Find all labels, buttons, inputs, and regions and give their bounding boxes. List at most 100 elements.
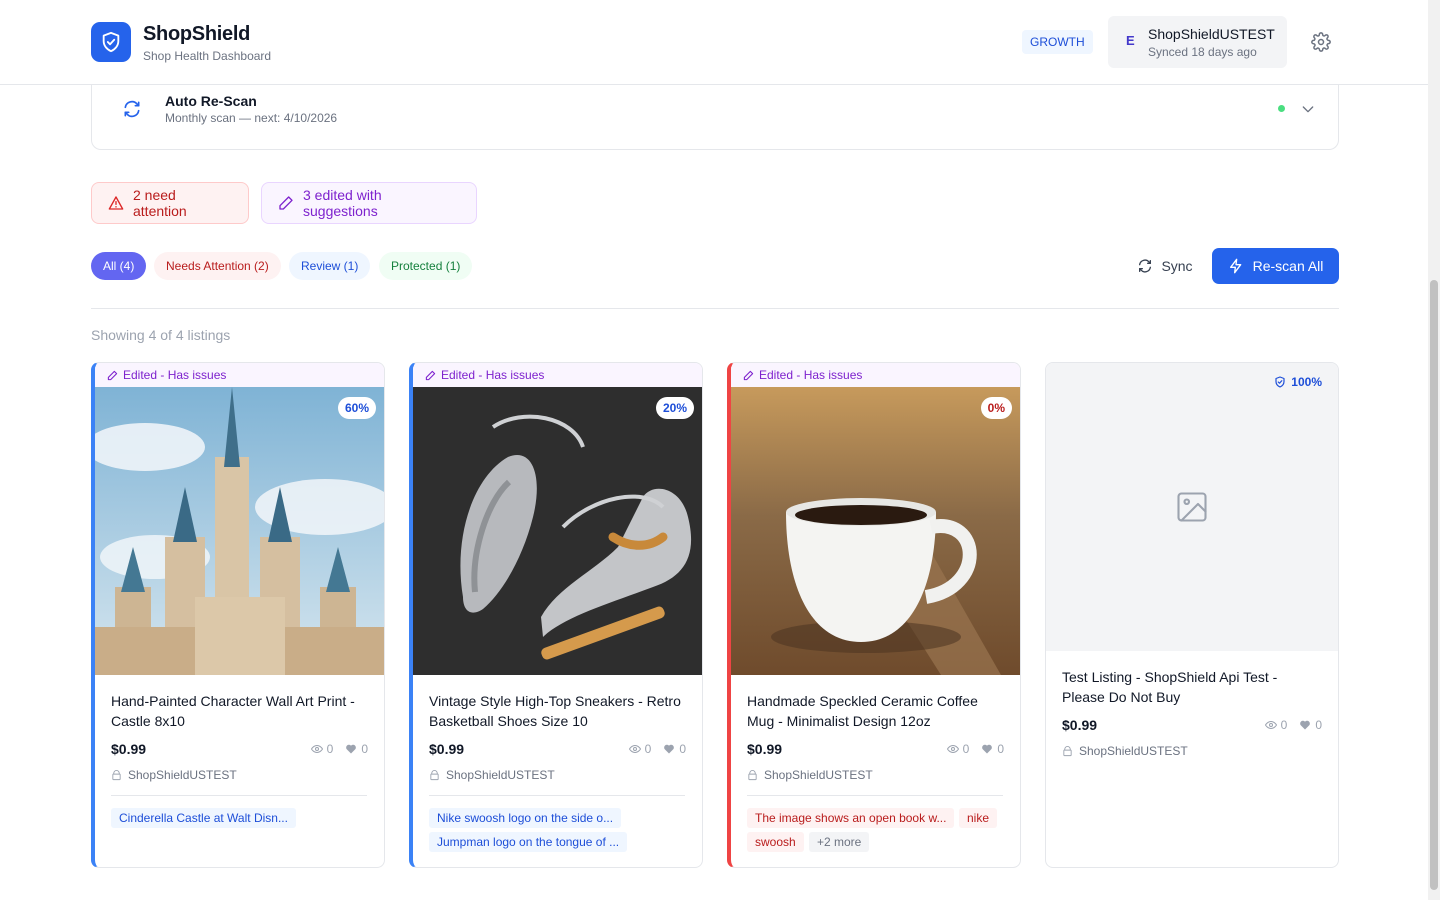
eye-icon xyxy=(628,744,641,754)
shield-check-icon xyxy=(102,31,120,53)
eye-icon xyxy=(1264,720,1277,730)
detection-tag[interactable]: Jumpman logo on the tongue of ... xyxy=(429,832,628,852)
like-count: 0 xyxy=(361,742,368,756)
listing-stats: 0 0 xyxy=(310,742,368,756)
filter-review[interactable]: Review (1) xyxy=(289,252,371,280)
shop-initial: E xyxy=(1126,33,1135,48)
store-icon xyxy=(1063,745,1072,756)
auto-rescan-title: Auto Re-Scan xyxy=(165,93,257,109)
store-icon xyxy=(430,769,439,780)
detection-tag[interactable]: Nike swoosh logo on the side o... xyxy=(429,808,622,828)
card-banner-label: Edited - Has issues xyxy=(759,368,863,382)
rescan-all-label: Re-scan All xyxy=(1252,258,1324,274)
needs-attention-label: 2 need attention xyxy=(133,187,187,219)
auto-rescan-subtitle: Monthly scan — next: 4/10/2026 xyxy=(165,111,338,125)
rescan-all-button[interactable]: Re-scan All xyxy=(1212,248,1339,284)
listing-stats: 0 0 xyxy=(628,742,686,756)
listing-image[interactable] xyxy=(413,387,702,675)
listing-card[interactable]: Edited - Has issues 60% Hand-Painted Cha… xyxy=(91,362,385,868)
listing-title[interactable]: Hand-Painted Character Wall Art Print - … xyxy=(111,691,371,731)
view-count: 0 xyxy=(326,742,334,756)
listing-title[interactable]: Handmade Speckled Ceramic Coffee Mug - M… xyxy=(747,691,1007,731)
like-count: 0 xyxy=(997,742,1004,756)
like-count: 0 xyxy=(679,742,686,756)
shopshield-logo xyxy=(91,22,131,62)
gear-icon[interactable] xyxy=(1311,32,1331,52)
listing-title[interactable]: Vintage Style High-Top Sneakers - Retro … xyxy=(429,691,689,731)
heart-icon xyxy=(346,744,357,754)
detection-tag[interactable]: The image shows an open book w... xyxy=(747,808,955,828)
listing-image[interactable] xyxy=(731,387,1020,675)
pencil-icon xyxy=(743,370,754,380)
listing-shop: ShopShieldUSTEST xyxy=(429,768,555,782)
more-tags-badge[interactable]: +2 more xyxy=(809,832,870,852)
filter-all[interactable]: All (4) xyxy=(91,252,147,280)
edited-suggestions-label: 3 edited with suggestions xyxy=(303,187,382,219)
safety-score-badge: 0% xyxy=(980,397,1012,419)
sync-icon xyxy=(1139,259,1152,273)
detection-tag[interactable]: Cinderella Castle at Walt Disn... xyxy=(111,808,296,828)
listing-card[interactable]: 100% Test Listing - ShopShield Api Test … xyxy=(1045,362,1339,868)
detection-tag[interactable]: nike xyxy=(959,808,998,828)
listing-card[interactable]: Edited - Has issues 20% Vintage Style Hi… xyxy=(409,362,703,868)
heart-icon xyxy=(982,744,993,754)
listing-price: $0.99 xyxy=(111,741,147,757)
refresh-icon xyxy=(124,100,140,118)
listing-price: $0.99 xyxy=(747,741,783,757)
plan-badge: GROWTH xyxy=(1022,30,1093,54)
protected-score-value: 100% xyxy=(1291,375,1322,389)
filter-needs-attention[interactable]: Needs Attention (2) xyxy=(154,252,281,280)
store-icon xyxy=(112,769,121,780)
listing-price: $0.99 xyxy=(429,741,465,757)
card-banner: Edited - Has issues xyxy=(95,363,384,387)
listing-image-placeholder[interactable] xyxy=(1046,363,1338,651)
chevron-down-icon[interactable] xyxy=(1300,101,1316,117)
brand-subtitle: Shop Health Dashboard xyxy=(143,49,272,63)
listing-shop: ShopShieldUSTEST xyxy=(111,768,237,782)
auto-rescan-panel[interactable]: Auto Re-Scan Monthly scan — next: 4/10/2… xyxy=(91,85,1339,150)
pencil-icon xyxy=(425,370,436,380)
protected-score-badge: 100% xyxy=(1274,375,1322,389)
status-dot xyxy=(1278,105,1285,112)
warning-icon xyxy=(108,196,124,210)
brand-title: ShopShield xyxy=(143,23,251,45)
listing-shop-name: ShopShieldUSTEST xyxy=(764,768,873,782)
view-count: 0 xyxy=(644,742,652,756)
view-count: 0 xyxy=(962,742,970,756)
listing-shop-name: ShopShieldUSTEST xyxy=(446,768,555,782)
store-icon xyxy=(748,769,757,780)
eye-icon xyxy=(310,744,323,754)
listing-price: $0.99 xyxy=(1062,717,1098,733)
card-divider xyxy=(747,795,1003,796)
needs-attention-alert[interactable]: 2 need attention xyxy=(91,182,249,224)
detection-tag[interactable]: swoosh xyxy=(747,832,804,852)
heart-icon xyxy=(664,744,675,754)
shop-selector[interactable]: E ShopShieldUSTEST Synced 18 days ago xyxy=(1108,16,1287,68)
listing-shop: ShopShieldUSTEST xyxy=(1062,744,1188,758)
shop-sync-status: Synced 18 days ago xyxy=(1148,45,1257,59)
image-placeholder-icon xyxy=(1177,492,1207,522)
card-divider xyxy=(111,795,367,796)
sync-label: Sync xyxy=(1161,258,1193,274)
card-banner-label: Edited - Has issues xyxy=(123,368,227,382)
edited-suggestions-alert[interactable]: 3 edited with suggestions xyxy=(261,182,477,224)
safety-score-badge: 60% xyxy=(337,397,376,419)
listing-image[interactable] xyxy=(95,387,384,675)
listing-count: Showing 4 of 4 listings xyxy=(91,327,231,343)
eye-icon xyxy=(946,744,959,754)
pencil-icon xyxy=(107,370,118,380)
heart-icon xyxy=(1300,720,1311,730)
sync-button[interactable]: Sync xyxy=(1124,248,1206,284)
shield-check-icon xyxy=(1275,376,1285,388)
app-header: ShopShield Shop Health Dashboard GROWTH … xyxy=(0,0,1428,85)
section-divider xyxy=(91,308,1339,309)
lightning-icon xyxy=(1229,258,1241,274)
listing-title[interactable]: Test Listing - ShopShield Api Test - Ple… xyxy=(1062,667,1322,707)
listing-shop-name: ShopShieldUSTEST xyxy=(128,768,237,782)
filter-protected[interactable]: Protected (1) xyxy=(379,252,473,280)
listing-stats: 0 0 xyxy=(946,742,1004,756)
scrollbar-thumb[interactable] xyxy=(1430,280,1438,890)
card-banner-label: Edited - Has issues xyxy=(441,368,545,382)
listing-card[interactable]: Edited - Has issues 0% Handmade Speckled… xyxy=(727,362,1021,868)
like-count: 0 xyxy=(1315,718,1322,732)
